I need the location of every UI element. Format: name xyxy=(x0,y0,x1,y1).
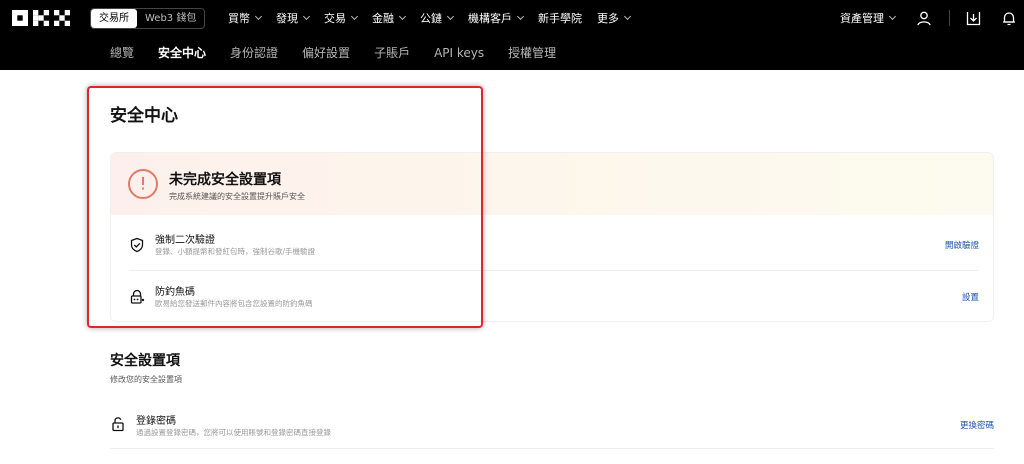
anti-phishing-lock-icon xyxy=(129,289,145,305)
account-subnav: 總覽 安全中心 身份認證 偏好設置 子賬戶 API keys 授權管理 xyxy=(0,36,1024,70)
change-password-link[interactable]: 更換密碼 xyxy=(960,419,994,431)
asset-management-menu[interactable]: 資產管理 xyxy=(840,10,897,26)
exchange-mode-button[interactable]: 交易所 xyxy=(91,9,137,28)
list-item-login-password: 登錄密碼 通過設置登錄密碼，您將可以使用賬號和登錄密碼直接登錄 更換密碼 xyxy=(110,402,994,448)
list-item-anti-phishing: 防釣魚碼 歐易給您發送郵件內容將包含您設置的防釣魚碼 設置 xyxy=(111,271,993,321)
nav-item-finance[interactable]: 金融 xyxy=(372,0,407,36)
asset-management-label: 資產管理 xyxy=(840,12,884,25)
nav-label: 發現 xyxy=(276,12,298,25)
nav-item-institutional[interactable]: 機構客戶 xyxy=(468,0,525,36)
nav-label: 買幣 xyxy=(228,12,250,25)
nav-label: 金融 xyxy=(372,12,394,25)
tab-sub-accounts[interactable]: 子賬戶 xyxy=(374,36,410,70)
user-icon[interactable] xyxy=(913,7,935,29)
nav-label: 更多 xyxy=(597,12,619,25)
nav-item-public-chain[interactable]: 公鏈 xyxy=(420,0,455,36)
right-tools: 資產管理 xyxy=(840,0,1024,36)
bell-icon[interactable] xyxy=(998,7,1020,29)
warning-header: 未完成安全設置項 完成系統建議的安全設置提升賬戶安全 xyxy=(111,153,993,215)
download-icon[interactable] xyxy=(962,7,984,29)
chevron-down-icon xyxy=(446,12,455,21)
mode-switch: 交易所 Web3 錢包 xyxy=(90,8,206,29)
warning-subtitle: 完成系統建議的安全設置提升賬戶安全 xyxy=(169,192,305,201)
main-nav: 買幣 發現 交易 金融 公鏈 機構客戶 新手學院 更多 xyxy=(228,0,645,36)
exclamation-circle-icon xyxy=(128,169,158,199)
tab-overview[interactable]: 總覽 xyxy=(110,36,134,70)
chevron-down-icon xyxy=(302,12,311,21)
chevron-down-icon xyxy=(350,12,359,21)
list-item-two-factor: 強制二次驗證 登錄、小額提幣和發紅包時，強制谷歌/手機驗證 開啟驗證 xyxy=(111,219,993,271)
chevron-down-icon xyxy=(888,12,897,21)
item-label: 登錄密碼 xyxy=(136,416,176,427)
web3-wallet-mode-button[interactable]: Web3 錢包 xyxy=(137,9,204,28)
nav-label: 新手學院 xyxy=(538,12,582,25)
chevron-down-icon xyxy=(516,12,525,21)
unlock-icon xyxy=(110,416,126,432)
item-description: 通過設置登錄密碼，您將可以使用賬號和登錄密碼直接登錄 xyxy=(136,428,331,437)
nav-label: 公鏈 xyxy=(420,12,442,25)
tab-authorization[interactable]: 授權管理 xyxy=(508,36,556,70)
chevron-down-icon xyxy=(623,12,632,21)
divider xyxy=(110,448,994,449)
nav-item-more[interactable]: 更多 xyxy=(597,0,632,36)
page-title: 安全中心 xyxy=(110,106,178,126)
chevron-down-icon xyxy=(254,12,263,21)
nav-item-buy-crypto[interactable]: 買幣 xyxy=(228,0,263,36)
warning-title: 未完成安全設置項 xyxy=(169,172,281,188)
section-subtitle: 修改您的安全設置項 xyxy=(110,375,182,384)
divider xyxy=(949,10,950,26)
tab-preferences[interactable]: 偏好設置 xyxy=(302,36,350,70)
shield-check-icon xyxy=(129,237,145,253)
incomplete-settings-card: 未完成安全設置項 完成系統建議的安全設置提升賬戶安全 強制二次驗證 登錄、小額提… xyxy=(110,152,994,322)
section-title: 安全設置項 xyxy=(110,353,180,369)
item-label: 強制二次驗證 xyxy=(155,235,215,246)
nav-label: 交易 xyxy=(324,12,346,25)
item-description: 登錄、小額提幣和發紅包時，強制谷歌/手機驗證 xyxy=(155,247,316,256)
okx-logo[interactable] xyxy=(12,8,74,28)
chevron-down-icon xyxy=(398,12,407,21)
nav-item-academy[interactable]: 新手學院 xyxy=(538,0,582,36)
tab-security-center[interactable]: 安全中心 xyxy=(158,36,206,70)
nav-label: 機構客戶 xyxy=(468,12,512,25)
set-anti-phishing-link[interactable]: 設置 xyxy=(962,291,979,303)
tab-api-keys[interactable]: API keys xyxy=(434,36,484,70)
nav-item-trade[interactable]: 交易 xyxy=(324,0,359,36)
top-navigation-bar: 交易所 Web3 錢包 買幣 發現 交易 金融 公鏈 機構客戶 新手學院 更多 … xyxy=(0,0,1024,36)
tab-identity-verification[interactable]: 身份認證 xyxy=(230,36,278,70)
enable-verification-link[interactable]: 開啟驗證 xyxy=(945,239,979,251)
nav-item-discover[interactable]: 發現 xyxy=(276,0,311,36)
item-description: 歐易給您發送郵件內容將包含您設置的防釣魚碼 xyxy=(155,299,313,308)
item-label: 防釣魚碼 xyxy=(155,287,195,298)
